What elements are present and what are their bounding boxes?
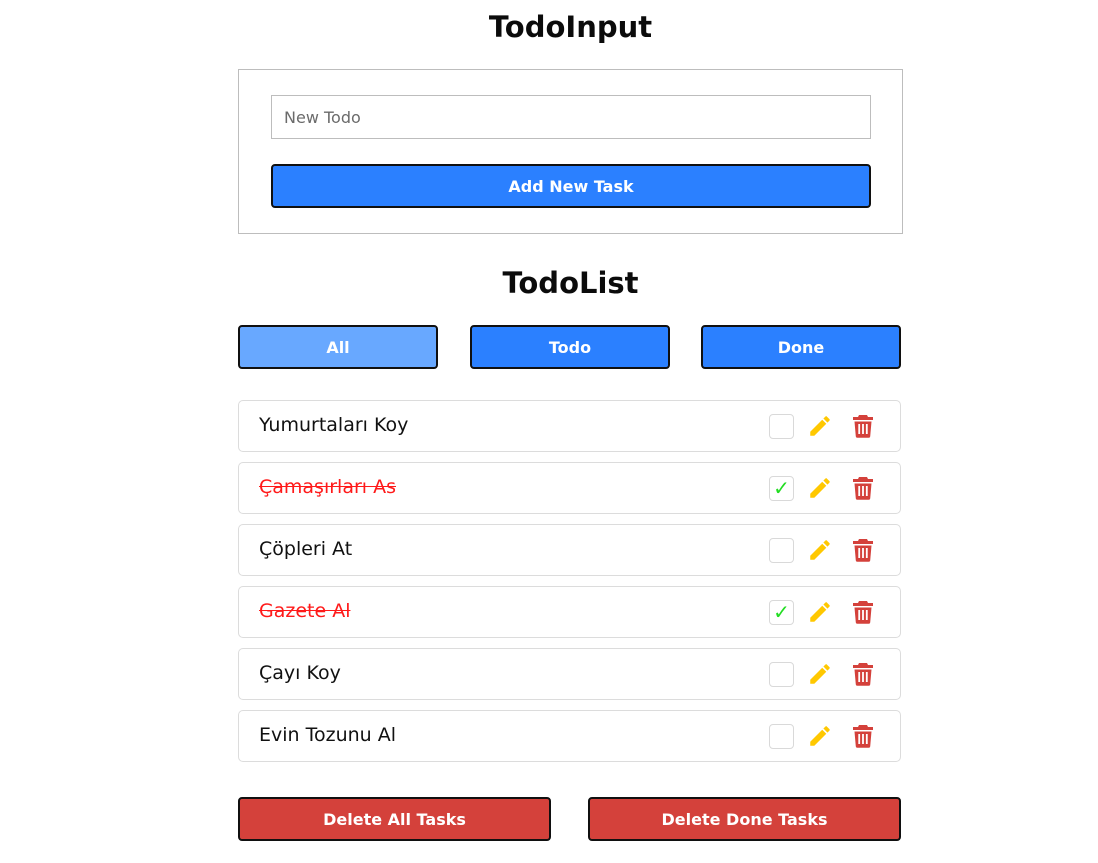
trash-icon[interactable] [852, 724, 874, 748]
filter-all-button[interactable]: All [238, 325, 438, 369]
trash-icon[interactable] [852, 662, 874, 686]
todo-checkbox[interactable]: ✓ [769, 476, 794, 501]
todo-checkbox[interactable]: ✓ [769, 600, 794, 625]
pencil-icon[interactable] [807, 537, 833, 563]
todo-item-text: Gazete Al [259, 600, 351, 622]
delete-done-tasks-button[interactable]: Delete Done Tasks [588, 797, 901, 841]
todo-item: Evin Tozunu Al [238, 710, 901, 762]
pencil-icon[interactable] [807, 723, 833, 749]
todo-item-text: Çamaşırları As [259, 476, 396, 498]
pencil-icon[interactable] [807, 599, 833, 625]
todo-list: Yumurtaları Koy Çamaşırları As ✓ Çöpleri… [238, 400, 901, 772]
todo-checkbox[interactable] [769, 538, 794, 563]
todo-input-title: TodoInput [488, 10, 653, 44]
trash-icon[interactable] [852, 600, 874, 624]
pencil-icon[interactable] [807, 475, 833, 501]
trash-icon[interactable] [852, 476, 874, 500]
todo-checkbox[interactable] [769, 414, 794, 439]
todo-item-text: Evin Tozunu Al [259, 724, 397, 746]
todo-item-text: Yumurtaları Koy [259, 414, 409, 436]
delete-all-tasks-button[interactable]: Delete All Tasks [238, 797, 551, 841]
todo-item: Yumurtaları Koy [238, 400, 901, 452]
todo-input-card: Add New Task [238, 69, 903, 234]
todo-list-title: TodoList [502, 266, 639, 300]
pencil-icon[interactable] [807, 661, 833, 687]
filter-done-button[interactable]: Done [701, 325, 901, 369]
trash-icon[interactable] [852, 414, 874, 438]
todo-item-text: Çayı Koy [259, 662, 341, 684]
todo-item: Çayı Koy [238, 648, 901, 700]
filter-todo-button[interactable]: Todo [470, 325, 670, 369]
todo-item: Çamaşırları As ✓ [238, 462, 901, 514]
add-new-task-button[interactable]: Add New Task [271, 164, 871, 208]
todo-item: Çöpleri At [238, 524, 901, 576]
new-todo-input[interactable] [271, 95, 871, 139]
trash-icon[interactable] [852, 538, 874, 562]
todo-checkbox[interactable] [769, 724, 794, 749]
todo-item-text: Çöpleri At [259, 538, 353, 560]
todo-checkbox[interactable] [769, 662, 794, 687]
pencil-icon[interactable] [807, 413, 833, 439]
todo-item: Gazete Al ✓ [238, 586, 901, 638]
